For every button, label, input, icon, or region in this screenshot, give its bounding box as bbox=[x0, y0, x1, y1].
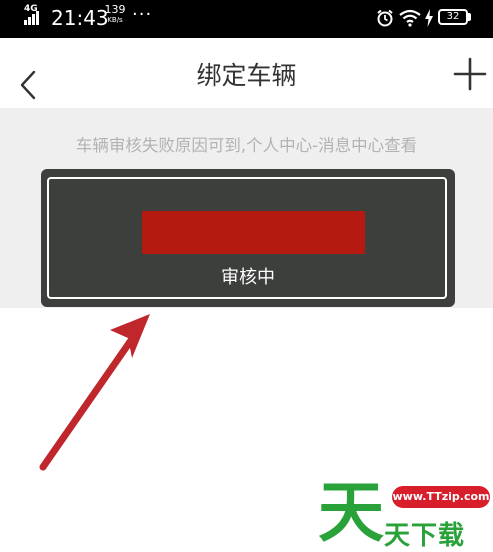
add-vehicle-button[interactable] bbox=[452, 56, 488, 92]
signal-icon bbox=[24, 11, 39, 25]
alarm-icon bbox=[377, 9, 393, 27]
more-notifications-icon: ··· bbox=[132, 4, 153, 25]
page-title: 绑定车辆 bbox=[196, 61, 297, 90]
review-notice-text: 车辆审核失败原因可到,个人中心-消息中心查看 bbox=[75, 136, 418, 155]
watermark-url: www.TTzip.com bbox=[392, 486, 490, 508]
charging-icon bbox=[425, 9, 433, 27]
ttzip-watermark: 天 www.TTzip.com 天下载 bbox=[318, 477, 493, 551]
network-speed-value: 139 bbox=[104, 3, 126, 16]
vehicle-card[interactable]: 审核中 bbox=[41, 169, 455, 307]
watermark-text: 天下载 bbox=[384, 521, 466, 551]
review-status-label: 审核中 bbox=[221, 267, 275, 288]
watermark-big-char: 天 bbox=[318, 474, 384, 551]
status-time: 21:43 bbox=[51, 6, 109, 30]
redacted-plate-number bbox=[142, 211, 365, 254]
nav-header: 绑定车辆 bbox=[0, 38, 493, 108]
battery-icon: 32 bbox=[438, 9, 468, 25]
status-bar: 4G 21:43 139 KB/s ··· 32 bbox=[0, 0, 493, 38]
battery-tip bbox=[468, 13, 471, 21]
network-speed: 139 KB/s bbox=[103, 3, 127, 25]
network-speed-unit: KB/s bbox=[107, 16, 123, 24]
wifi-icon bbox=[399, 9, 421, 27]
